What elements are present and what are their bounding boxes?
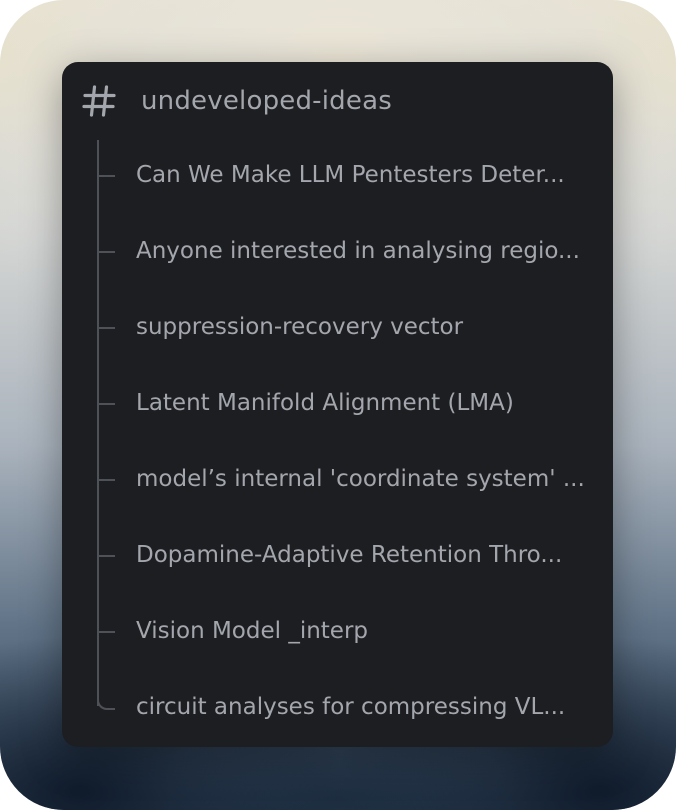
- thread-branch: [99, 251, 115, 253]
- thread-branch: [99, 327, 115, 329]
- thread-item[interactable]: Vision Model _interp: [62, 594, 613, 670]
- thread-label: Vision Model _interp: [136, 618, 369, 644]
- thread-label: Anyone interested in analysing regio...: [136, 238, 580, 264]
- thread-branch: [99, 403, 115, 405]
- thread-branch: [99, 631, 115, 633]
- thread-item[interactable]: Can We Make LLM Pentesters Deter...: [62, 138, 613, 214]
- thread-branch: [99, 175, 115, 177]
- channel-panel: undeveloped-ideas Can We Make LLM Pentes…: [62, 62, 613, 747]
- thread-label: suppression-recovery vector: [136, 314, 464, 340]
- thread-item[interactable]: suppression-recovery vector: [62, 290, 613, 366]
- thread-label: model’s internal 'coordinate system' ...: [136, 466, 585, 492]
- hash-icon: [82, 85, 116, 117]
- thread-label: circuit analyses for compressing VL...: [136, 694, 566, 720]
- thread-item[interactable]: Latent Manifold Alignment (LMA): [62, 366, 613, 442]
- thread-label: Can We Make LLM Pentesters Deter...: [136, 162, 565, 188]
- thread-label: Dopamine-Adaptive Retention Thro...: [136, 542, 563, 568]
- thread-branch: [99, 479, 115, 481]
- thread-item[interactable]: Dopamine-Adaptive Retention Thro...: [62, 518, 613, 594]
- thread-item[interactable]: model’s internal 'coordinate system' ...: [62, 442, 613, 518]
- thread-item[interactable]: Anyone interested in analysing regio...: [62, 214, 613, 290]
- channel-name: undeveloped-ideas: [141, 86, 392, 116]
- thread-branch: [99, 555, 115, 557]
- thread-label: Latent Manifold Alignment (LMA): [136, 390, 514, 416]
- thread-item[interactable]: circuit analyses for compressing VL...: [62, 670, 613, 746]
- channel-header[interactable]: undeveloped-ideas: [62, 62, 613, 138]
